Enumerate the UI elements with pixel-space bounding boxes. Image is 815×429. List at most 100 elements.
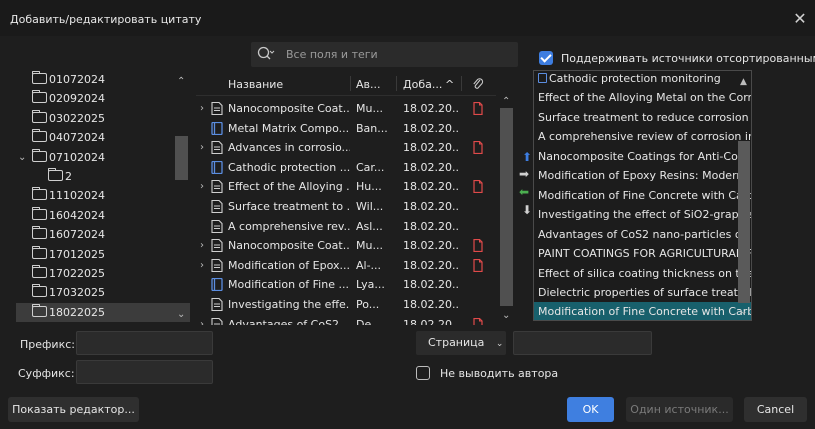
citation-item[interactable]: Effect of silica coating thickness on th… [534, 264, 751, 284]
row-title: Nanocomposite Coat... [228, 102, 350, 115]
row-author: Wil... [356, 200, 384, 213]
cancel-button[interactable]: Cancel [744, 397, 807, 422]
expand-chevron-icon[interactable]: ⌄ [18, 148, 26, 167]
show-editor-button[interactable]: Показать редактор... [8, 397, 139, 422]
document-icon [211, 298, 223, 311]
table-row[interactable]: › Modification of Epox... Al-... 18.02.20..… [196, 255, 496, 276]
pdf-icon[interactable] [473, 180, 483, 194]
document-icon [211, 180, 223, 194]
folder-item[interactable]: 02092024 [32, 89, 190, 108]
citation-item[interactable]: A comprehensive review of corrosion in [534, 127, 751, 147]
add-right-icon[interactable]: ➡ [519, 168, 529, 180]
item-table: Название Ав... Доба... ^ › Nanocomposite … [196, 72, 519, 325]
citation-scroll-up-icon[interactable]: ▲ [740, 77, 747, 87]
row-expand-icon[interactable]: › [200, 235, 204, 256]
folder-item[interactable]: 03022025 [32, 109, 190, 128]
citation-item[interactable]: Investigating the effect of SiO2-graphe [534, 205, 751, 225]
folder-item[interactable]: 18022025 [16, 302, 190, 322]
column-date[interactable]: Доба... [403, 78, 442, 91]
row-expand-icon[interactable]: › [200, 176, 204, 197]
citation-item[interactable]: Advantages of CoS2 nano-particles on [534, 225, 751, 245]
row-author: Al-... [356, 258, 382, 272]
suffix-input[interactable] [76, 360, 213, 384]
folder-icon [32, 226, 47, 240]
checkbox-checked-icon[interactable] [539, 51, 553, 65]
folder-icon [32, 90, 47, 104]
table-scroll-down-icon[interactable]: ⌄ [502, 310, 510, 321]
table-row[interactable]: Surface treatment to ... Wil... 18.02.20..… [196, 196, 496, 217]
tree-scroll-up-icon[interactable]: ⌃ [177, 76, 185, 87]
column-separator [461, 76, 462, 91]
sort-asc-icon[interactable]: ^ [445, 78, 454, 91]
citation-item[interactable]: Surface treatment to reduce corrosion [534, 108, 751, 128]
move-up-icon[interactable]: ⬆ [522, 151, 532, 163]
single-source-button[interactable]: Один источник... [626, 397, 733, 422]
citation-scrollbar[interactable] [738, 141, 750, 303]
citation-item[interactable]: PAINT COATINGS FOR AGRICULTURAL F [534, 244, 751, 264]
row-date: 18.02.20... [403, 121, 459, 135]
folder-item[interactable]: 16072024 [32, 225, 190, 244]
folder-item[interactable]: 01072024 [32, 70, 190, 89]
move-down-icon[interactable]: ⬇ [522, 204, 532, 216]
citation-item[interactable]: Nanocomposite Coatings for Anti-Corr [534, 147, 751, 167]
table-row[interactable]: › Nanocomposite Coat... Mu... 18.02.20... [196, 235, 496, 256]
table-row[interactable]: Investigating the effe... Po... 18.02.20..… [196, 294, 496, 315]
folder-item[interactable]: 11102024 [32, 186, 190, 205]
folder-item[interactable]: ⌄ 07102024 [18, 148, 190, 167]
tree-scrollbar[interactable] [175, 136, 188, 180]
row-expand-icon[interactable]: › [200, 255, 204, 276]
folder-item[interactable]: 16042024 [32, 206, 190, 225]
search-input[interactable]: Все поля и теги [251, 42, 518, 67]
table-row[interactable]: A comprehensive rev... Asl... 18.02.20... [196, 216, 496, 237]
table-row[interactable]: Modification of Fine ... Lya... 18.02.20..… [196, 274, 496, 295]
pdf-icon[interactable] [473, 102, 483, 115]
pdf-icon[interactable] [473, 317, 483, 325]
table-row[interactable]: › Nanocomposite Coat... Mu... 18.02.20... [196, 98, 496, 119]
close-icon[interactable]: ✕ [791, 9, 809, 28]
citation-item[interactable]: Effect of the Alloying Metal on the Corr [534, 88, 751, 108]
ok-button[interactable]: OK [567, 397, 614, 422]
document-icon [211, 141, 223, 155]
keep-sorted-checkbox[interactable]: Поддерживать источники отсортированными [539, 51, 815, 65]
folder-item[interactable]: 04072024 [32, 128, 190, 147]
citation-item[interactable]: Modification of Epoxy Resins: Modern [534, 166, 751, 186]
row-date: 18.02.20... [403, 160, 459, 174]
citation-item[interactable]: Modification of Fine Concrete with Carb [534, 302, 751, 320]
prefix-label: Префикс: [20, 338, 75, 351]
paperclip-icon[interactable] [472, 77, 484, 91]
pdf-icon[interactable] [473, 258, 483, 272]
table-row[interactable]: Metal Matrix Compo... Ban... 18.02.20... [196, 118, 496, 139]
remove-left-icon[interactable]: ⬅ [519, 186, 529, 198]
citation-item[interactable]: Cathodic protection monitoring [534, 71, 751, 89]
citation-scroll-down-icon[interactable]: ⌄ [740, 307, 748, 317]
column-author[interactable]: Ав... [356, 78, 381, 91]
search-icon[interactable] [257, 46, 275, 62]
citation-text: Surface treatment to reduce corrosion [538, 110, 749, 124]
tree-scroll-down-icon[interactable]: ⌄ [177, 309, 185, 320]
omit-author-checkbox[interactable] [416, 366, 430, 380]
table-row[interactable]: Cathodic protection ... Car... 18.02.20... [196, 157, 496, 178]
column-title[interactable]: Название [228, 78, 283, 91]
table-row[interactable]: › Advantages of CoS2... De... 18.02.20... [196, 314, 496, 325]
table-scroll-up-icon[interactable]: ⌃ [502, 96, 510, 107]
table-row[interactable]: › Effect of the Alloying ... Hu... 18.02.20… [196, 176, 496, 197]
folder-icon [32, 187, 47, 201]
table-row[interactable]: › Advances in corrosio... 18.02.20... [196, 137, 496, 158]
citation-item[interactable]: Modification of Fine Concrete with Carb [534, 186, 751, 206]
book-icon [211, 278, 223, 292]
table-scrollbar[interactable] [500, 108, 513, 306]
citation-item[interactable]: Dielectric properties of surface treated [534, 283, 751, 303]
row-expand-icon[interactable]: › [200, 98, 204, 119]
prefix-input[interactable] [76, 331, 213, 355]
folder-item[interactable]: 17022025 [32, 264, 190, 283]
folder-item[interactable]: 17012025 [32, 245, 190, 264]
locator-select[interactable]: Страница ⌄ [416, 331, 506, 355]
locator-input[interactable] [513, 331, 652, 355]
pdf-icon[interactable] [473, 239, 483, 253]
folder-item[interactable]: 17032025 [32, 283, 190, 302]
pdf-icon[interactable] [473, 141, 483, 155]
row-expand-icon[interactable]: › [200, 314, 204, 325]
row-expand-icon[interactable]: › [200, 137, 204, 158]
chevron-down-icon: ⌄ [495, 339, 504, 349]
folder-item[interactable]: 2 [48, 167, 190, 186]
